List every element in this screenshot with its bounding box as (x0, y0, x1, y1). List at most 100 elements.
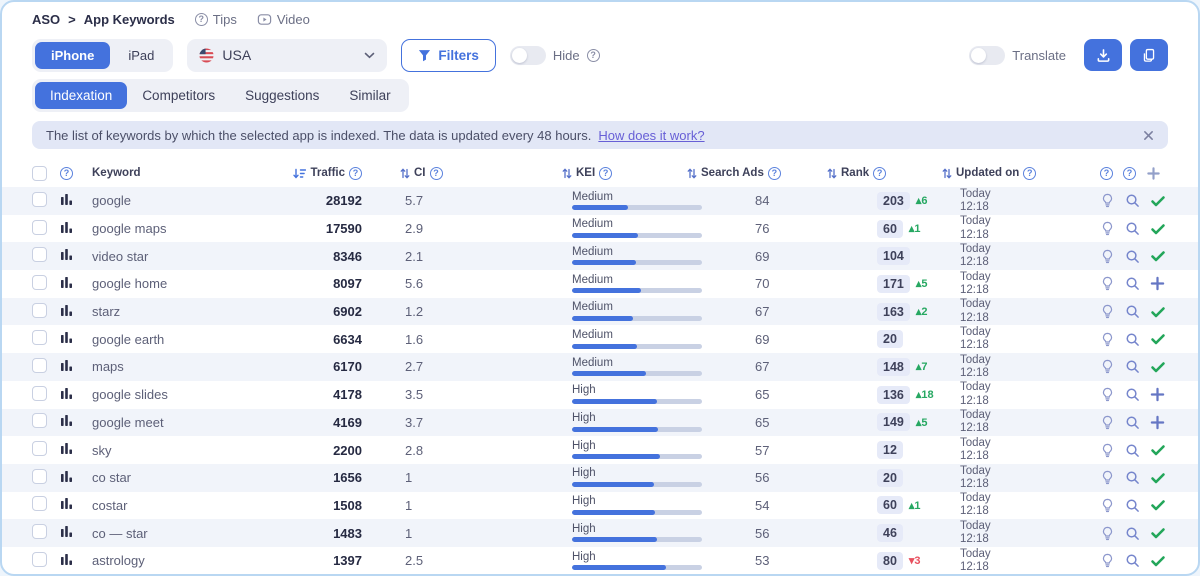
keyword-added-icon[interactable] (1150, 248, 1166, 264)
keyword-insight-button[interactable] (1100, 276, 1115, 291)
row-checkbox[interactable] (32, 275, 47, 290)
keyword-label[interactable]: starz (92, 304, 120, 319)
keyword-insight-button[interactable] (1100, 443, 1115, 458)
keyword-label[interactable]: google (92, 193, 131, 208)
breadcrumb-root[interactable]: ASO (32, 12, 60, 27)
keyword-added-icon[interactable] (1150, 221, 1166, 237)
tab-similar[interactable]: Similar (334, 82, 405, 109)
keyword-label[interactable]: co — star (92, 526, 148, 541)
keyword-insight-button[interactable] (1100, 249, 1115, 264)
question-circle-icon[interactable]: ? (1100, 167, 1113, 180)
keyword-label[interactable]: google slides (92, 387, 168, 402)
row-checkbox[interactable] (32, 441, 47, 456)
keyword-added-icon[interactable] (1150, 304, 1166, 320)
question-circle-icon[interactable]: ? (873, 167, 886, 180)
column-header-kei[interactable]: KEI ? (542, 167, 682, 180)
keyword-added-icon[interactable] (1150, 359, 1166, 375)
question-circle-icon[interactable]: ? (599, 167, 612, 180)
tab-indexation[interactable]: Indexation (35, 82, 127, 109)
video-link[interactable]: Video (257, 12, 310, 27)
keyword-insight-button[interactable] (1100, 332, 1115, 347)
keyword-insight-button[interactable] (1100, 553, 1115, 568)
keyword-added-icon[interactable] (1150, 193, 1166, 209)
keyword-added-icon[interactable] (1150, 553, 1166, 569)
row-checkbox[interactable] (32, 192, 47, 207)
keyword-label[interactable]: astrology (92, 553, 145, 568)
row-checkbox[interactable] (32, 524, 47, 539)
search-keyword-button[interactable] (1125, 470, 1140, 485)
keyword-added-icon[interactable] (1150, 331, 1166, 347)
keyword-stats-icon[interactable] (60, 304, 73, 317)
add-keyword-button[interactable] (1150, 276, 1165, 291)
keyword-added-icon[interactable] (1150, 525, 1166, 541)
question-circle-icon[interactable]: ? (430, 167, 443, 180)
keyword-added-icon[interactable] (1150, 442, 1166, 458)
keyword-insight-button[interactable] (1100, 415, 1115, 430)
question-circle-icon[interactable]: ? (1023, 167, 1036, 180)
search-keyword-button[interactable] (1125, 221, 1140, 236)
search-keyword-button[interactable] (1125, 553, 1140, 568)
keyword-label[interactable]: costar (92, 498, 127, 513)
keyword-stats-icon[interactable] (60, 553, 73, 566)
keyword-label[interactable]: google meet (92, 415, 164, 430)
add-keyword-button[interactable] (1150, 387, 1165, 402)
keyword-label[interactable]: maps (92, 359, 124, 374)
device-tab-iphone[interactable]: iPhone (35, 42, 110, 69)
keyword-stats-icon[interactable] (60, 359, 73, 372)
search-keyword-button[interactable] (1125, 359, 1140, 374)
search-keyword-button[interactable] (1125, 193, 1140, 208)
keyword-insight-button[interactable] (1100, 526, 1115, 541)
question-circle-icon[interactable]: ? (768, 167, 781, 180)
keyword-stats-icon[interactable] (60, 248, 73, 261)
question-circle-icon[interactable]: ? (60, 167, 73, 180)
country-select[interactable]: USA (187, 39, 387, 72)
row-checkbox[interactable] (32, 386, 47, 401)
keyword-label[interactable]: sky (92, 443, 112, 458)
keyword-label[interactable]: co star (92, 470, 131, 485)
row-checkbox[interactable] (32, 552, 47, 567)
add-keyword-button[interactable] (1150, 415, 1165, 430)
row-checkbox[interactable] (32, 469, 47, 484)
device-tab-ipad[interactable]: iPad (112, 42, 170, 69)
keyword-stats-icon[interactable] (60, 414, 73, 427)
search-keyword-button[interactable] (1125, 415, 1140, 430)
keyword-stats-icon[interactable] (60, 387, 73, 400)
filters-button[interactable]: Filters (401, 39, 496, 72)
question-circle-icon[interactable]: ? (349, 167, 362, 180)
keyword-added-icon[interactable] (1150, 497, 1166, 513)
keyword-label[interactable]: google earth (92, 332, 164, 347)
keyword-insight-button[interactable] (1100, 470, 1115, 485)
column-header-updated-on[interactable]: Updated on ? (942, 167, 1092, 180)
row-checkbox[interactable] (32, 247, 47, 262)
keyword-insight-button[interactable] (1100, 387, 1115, 402)
row-checkbox[interactable] (32, 220, 47, 235)
search-keyword-button[interactable] (1125, 443, 1140, 458)
tips-link[interactable]: ? Tips (195, 12, 237, 27)
row-checkbox[interactable] (32, 413, 47, 428)
keyword-insight-button[interactable] (1100, 221, 1115, 236)
question-circle-icon[interactable]: ? (587, 49, 600, 62)
column-header-traffic[interactable]: Traffic ? (292, 167, 362, 180)
keyword-stats-icon[interactable] (60, 442, 73, 455)
copy-button[interactable] (1130, 39, 1168, 71)
banner-close-button[interactable] (1143, 130, 1154, 141)
column-header-rank[interactable]: Rank ? (802, 167, 942, 180)
row-checkbox[interactable] (32, 358, 47, 373)
row-checkbox[interactable] (32, 496, 47, 511)
how-does-it-work-link[interactable]: How does it work? (598, 128, 704, 143)
search-keyword-button[interactable] (1125, 498, 1140, 513)
keyword-label[interactable]: video star (92, 249, 148, 264)
keyword-label[interactable]: google home (92, 276, 167, 291)
search-keyword-button[interactable] (1125, 276, 1140, 291)
keyword-added-icon[interactable] (1150, 470, 1166, 486)
keyword-stats-icon[interactable] (60, 331, 73, 344)
keyword-insight-button[interactable] (1100, 193, 1115, 208)
keyword-stats-icon[interactable] (60, 525, 73, 538)
keyword-stats-icon[interactable] (60, 470, 73, 483)
question-circle-icon[interactable]: ? (1123, 167, 1136, 180)
tab-competitors[interactable]: Competitors (127, 82, 230, 109)
search-keyword-button[interactable] (1125, 526, 1140, 541)
keyword-label[interactable]: google maps (92, 221, 166, 236)
keyword-stats-icon[interactable] (60, 276, 73, 289)
keyword-stats-icon[interactable] (60, 221, 73, 234)
